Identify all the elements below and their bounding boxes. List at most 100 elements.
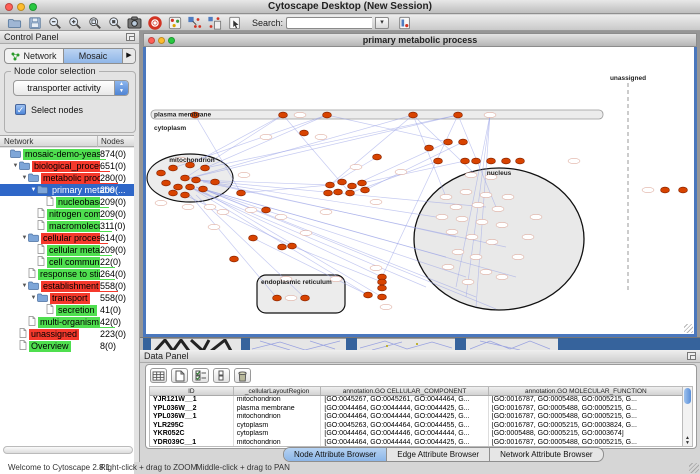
table-row[interactable]: YJR121W__1mitochondrion[GO:0045267, GO:0… bbox=[150, 396, 684, 405]
network-node[interactable] bbox=[679, 187, 688, 193]
network-node[interactable] bbox=[174, 184, 183, 190]
network-node[interactable] bbox=[323, 112, 332, 118]
disclosure-triangle-icon[interactable]: ▼ bbox=[30, 295, 37, 301]
table-row[interactable]: YKR052Ccytoplasm[GO:0044464, GO:0044446,… bbox=[150, 430, 684, 439]
disclosure-triangle-icon[interactable]: ▼ bbox=[21, 175, 28, 181]
zoom-fit-icon[interactable] bbox=[106, 16, 123, 30]
view-resize-grip[interactable] bbox=[684, 324, 693, 333]
network-node[interactable] bbox=[378, 285, 387, 291]
network-node[interactable] bbox=[434, 158, 443, 164]
network-node[interactable] bbox=[348, 183, 357, 189]
network-node[interactable] bbox=[358, 180, 367, 186]
network-node[interactable] bbox=[444, 139, 453, 145]
select-nodes-checkbox[interactable]: ✓ bbox=[15, 104, 26, 115]
column-header[interactable]: _cellularLayoutRegion bbox=[234, 387, 322, 395]
new-attribute-icon[interactable] bbox=[171, 368, 188, 383]
network-node[interactable] bbox=[516, 158, 525, 164]
network-node[interactable] bbox=[157, 170, 166, 176]
scrollbar-arrows[interactable]: ▲▼ bbox=[683, 436, 692, 446]
open-session-icon[interactable] bbox=[6, 16, 23, 30]
tree-row[interactable]: ▼primary metabo209(... bbox=[0, 184, 134, 196]
tree-row[interactable]: nucleobase-209(0) bbox=[0, 196, 134, 208]
tab-node-attribute-browser[interactable]: Node Attribute Browser bbox=[284, 448, 386, 461]
network-node[interactable] bbox=[361, 187, 370, 193]
save-session-icon[interactable] bbox=[26, 16, 43, 30]
float-panel-icon[interactable] bbox=[126, 33, 135, 41]
column-header[interactable]: annotation.GO MOLECULAR_FUNCTION bbox=[489, 387, 684, 395]
disclosure-triangle-icon[interactable]: ▼ bbox=[21, 283, 28, 289]
control-panel-hscrollbar[interactable] bbox=[3, 446, 133, 454]
float-panel-icon[interactable] bbox=[687, 352, 696, 360]
annotation-icon[interactable] bbox=[226, 16, 243, 30]
network-node[interactable] bbox=[249, 235, 258, 241]
disclosure-triangle-icon[interactable]: ▼ bbox=[21, 235, 28, 241]
network-canvas[interactable]: plasma membranecytoplasmmitochondrionnuc… bbox=[146, 47, 694, 334]
network-node[interactable] bbox=[162, 180, 171, 186]
network-node[interactable] bbox=[334, 189, 343, 195]
network-view-titlebar[interactable]: primary metabolic process bbox=[143, 33, 697, 47]
tree-row[interactable]: cellular metabo209(0) bbox=[0, 244, 134, 256]
network-node[interactable] bbox=[186, 184, 195, 190]
scrollbar-thumb[interactable] bbox=[684, 388, 691, 404]
tree-row[interactable]: response to stimul264(0) bbox=[0, 268, 134, 280]
network-node[interactable] bbox=[338, 179, 347, 185]
disclosure-triangle-icon[interactable]: ▼ bbox=[12, 163, 19, 169]
network-node[interactable] bbox=[326, 182, 335, 188]
table-row[interactable]: YPL036W__1mitochondrion[GO:0044464, GO:0… bbox=[150, 413, 684, 422]
node-color-dropdown[interactable]: transporter activity ▲▼ bbox=[13, 80, 129, 96]
table-vscrollbar[interactable]: ▲▼ bbox=[682, 386, 693, 447]
table-row[interactable]: YPL036W__2plasma membrane[GO:0044464, GO… bbox=[150, 405, 684, 414]
zoom-in-icon[interactable] bbox=[66, 16, 83, 30]
network-node[interactable] bbox=[181, 192, 190, 198]
tree-row[interactable]: ▼biological_process651(0) bbox=[0, 160, 134, 172]
network-node[interactable] bbox=[262, 207, 271, 213]
network-node[interactable] bbox=[279, 112, 288, 118]
apply-layout-alt-icon[interactable] bbox=[206, 16, 223, 30]
network-node[interactable] bbox=[409, 112, 418, 118]
network-node[interactable] bbox=[169, 190, 178, 196]
network-node[interactable] bbox=[199, 186, 208, 192]
network-node[interactable] bbox=[373, 154, 382, 160]
search-input[interactable] bbox=[286, 17, 372, 29]
tree-row[interactable]: ▼metabolic process280(0) bbox=[0, 172, 134, 184]
network-node[interactable] bbox=[288, 243, 297, 249]
network-node[interactable] bbox=[300, 130, 309, 136]
tree-row[interactable]: nitrogen compo209(0) bbox=[0, 208, 134, 220]
tree-row[interactable]: secretion41(0) bbox=[0, 304, 134, 316]
network-node[interactable] bbox=[169, 165, 178, 171]
network-node[interactable] bbox=[278, 244, 287, 250]
vizmapper-icon[interactable] bbox=[166, 16, 183, 30]
tree-row[interactable]: macromolecule311(0) bbox=[0, 220, 134, 232]
table-row[interactable]: YDR039C__1mitochondrion[GO:0044464, GO:0… bbox=[150, 439, 684, 448]
network-node[interactable] bbox=[487, 158, 496, 164]
network-node[interactable] bbox=[502, 158, 511, 164]
network-node[interactable] bbox=[378, 279, 387, 285]
snapshot-icon[interactable] bbox=[126, 16, 143, 30]
network-node[interactable] bbox=[472, 158, 481, 164]
network-node[interactable] bbox=[211, 179, 220, 185]
network-node[interactable] bbox=[301, 295, 310, 301]
network-node[interactable] bbox=[461, 158, 470, 164]
network-node[interactable] bbox=[273, 295, 282, 301]
network-node[interactable] bbox=[324, 190, 333, 196]
network-view-window[interactable]: primary metabolic process plasma membran… bbox=[143, 33, 697, 337]
tree-row[interactable]: ▼establishment of lo558(0) bbox=[0, 280, 134, 292]
network-node[interactable] bbox=[459, 139, 468, 145]
column-header[interactable]: annotation.GO CELLULAR_COMPONENT bbox=[321, 387, 488, 395]
network-node[interactable] bbox=[364, 292, 373, 298]
tree-row[interactable]: Overview8(0) bbox=[0, 340, 134, 352]
attribute-grid-icon[interactable] bbox=[150, 368, 167, 383]
tree-row[interactable]: ▼transport558(0) bbox=[0, 292, 134, 304]
tree-row[interactable]: ▼cellular process614(0) bbox=[0, 232, 134, 244]
tab-network[interactable]: Network bbox=[5, 49, 63, 63]
tab-edge-attribute-browser[interactable]: Edge Attribute Browser bbox=[386, 448, 489, 461]
network-node[interactable] bbox=[181, 175, 190, 181]
network-node[interactable] bbox=[192, 177, 201, 183]
column-header[interactable]: ID bbox=[150, 387, 234, 395]
tab-mosaic[interactable]: Mosaic bbox=[63, 49, 122, 63]
tab-network-attribute-browser[interactable]: Network Attribute Browser bbox=[489, 448, 602, 461]
network-node[interactable] bbox=[230, 256, 239, 262]
unselect-attributes-icon[interactable] bbox=[213, 368, 230, 383]
zoom-selected-region-icon[interactable] bbox=[86, 16, 103, 30]
network-node[interactable] bbox=[201, 165, 210, 171]
